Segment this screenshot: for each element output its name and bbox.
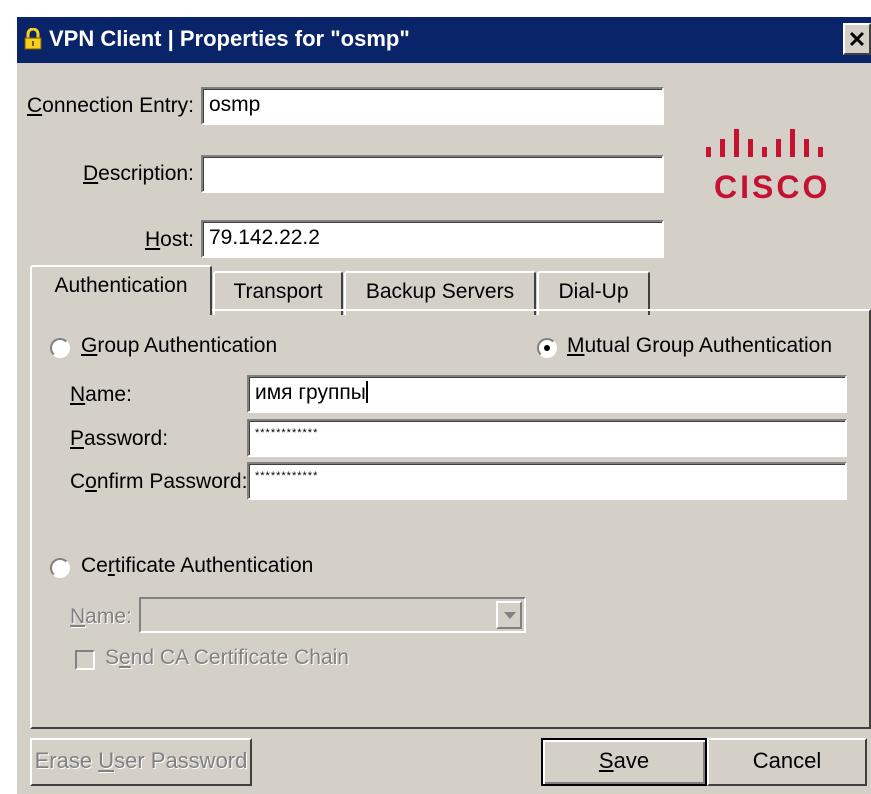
description-label: Description: bbox=[83, 162, 194, 185]
chevron-down-icon bbox=[504, 612, 516, 619]
certificate-authentication-radio[interactable] bbox=[50, 558, 70, 578]
certificate-authentication-label[interactable]: Certificate Authentication bbox=[81, 554, 313, 578]
window-title: VPN Client | Properties for "osmp" bbox=[49, 26, 410, 51]
confirm-password-label: Confirm Password: bbox=[70, 470, 248, 493]
cancel-button[interactable]: Cancel bbox=[707, 738, 867, 786]
mutual-group-authentication-radio[interactable] bbox=[537, 338, 557, 358]
close-icon: ✕ bbox=[847, 27, 867, 52]
close-button[interactable]: ✕ bbox=[843, 23, 871, 55]
host-input[interactable]: 79.142.22.2 bbox=[201, 220, 664, 258]
tab-authentication[interactable]: Authentication bbox=[30, 265, 212, 315]
save-button[interactable]: Save bbox=[541, 738, 707, 786]
title-bar[interactable]: VPN Client | Properties for "osmp" ✕ bbox=[17, 17, 871, 63]
password-label: Password: bbox=[70, 427, 169, 450]
text-cursor bbox=[365, 381, 368, 403]
group-name-label: Name: bbox=[70, 383, 132, 406]
password-input[interactable]: ************ bbox=[247, 419, 847, 457]
send-ca-certificate-checkbox[interactable] bbox=[75, 650, 95, 670]
group-name-input[interactable]: имя группы bbox=[247, 375, 847, 413]
vpn-properties-dialog: VPN Client | Properties for "osmp" ✕ Con… bbox=[17, 17, 871, 794]
send-ca-certificate-label[interactable]: Send CA Certificate Chain bbox=[105, 646, 349, 670]
connection-entry-label: Connection Entry: bbox=[27, 94, 194, 117]
group-authentication-label[interactable]: Group Authentication bbox=[81, 334, 277, 358]
group-authentication-radio[interactable] bbox=[50, 338, 70, 358]
cisco-bars-icon bbox=[706, 129, 823, 157]
radio-selected-dot bbox=[544, 345, 550, 351]
mutual-group-authentication-label[interactable]: Mutual Group Authentication bbox=[567, 334, 832, 358]
description-input[interactable] bbox=[201, 155, 664, 193]
host-label: Host: bbox=[145, 228, 195, 251]
padlock-icon bbox=[24, 28, 42, 50]
cisco-wordmark: CISCO bbox=[714, 169, 831, 205]
certificate-name-label: Name: bbox=[70, 605, 132, 628]
dropdown-button[interactable] bbox=[496, 601, 522, 629]
connection-entry-input[interactable]: osmp bbox=[201, 87, 664, 125]
cisco-logo: CISCO bbox=[700, 125, 840, 205]
erase-user-password-button[interactable]: Erase User Password bbox=[30, 738, 252, 786]
group-name-value: имя группы bbox=[255, 381, 366, 404]
certificate-name-select[interactable] bbox=[139, 597, 526, 633]
confirm-password-input[interactable]: ************ bbox=[247, 462, 847, 500]
